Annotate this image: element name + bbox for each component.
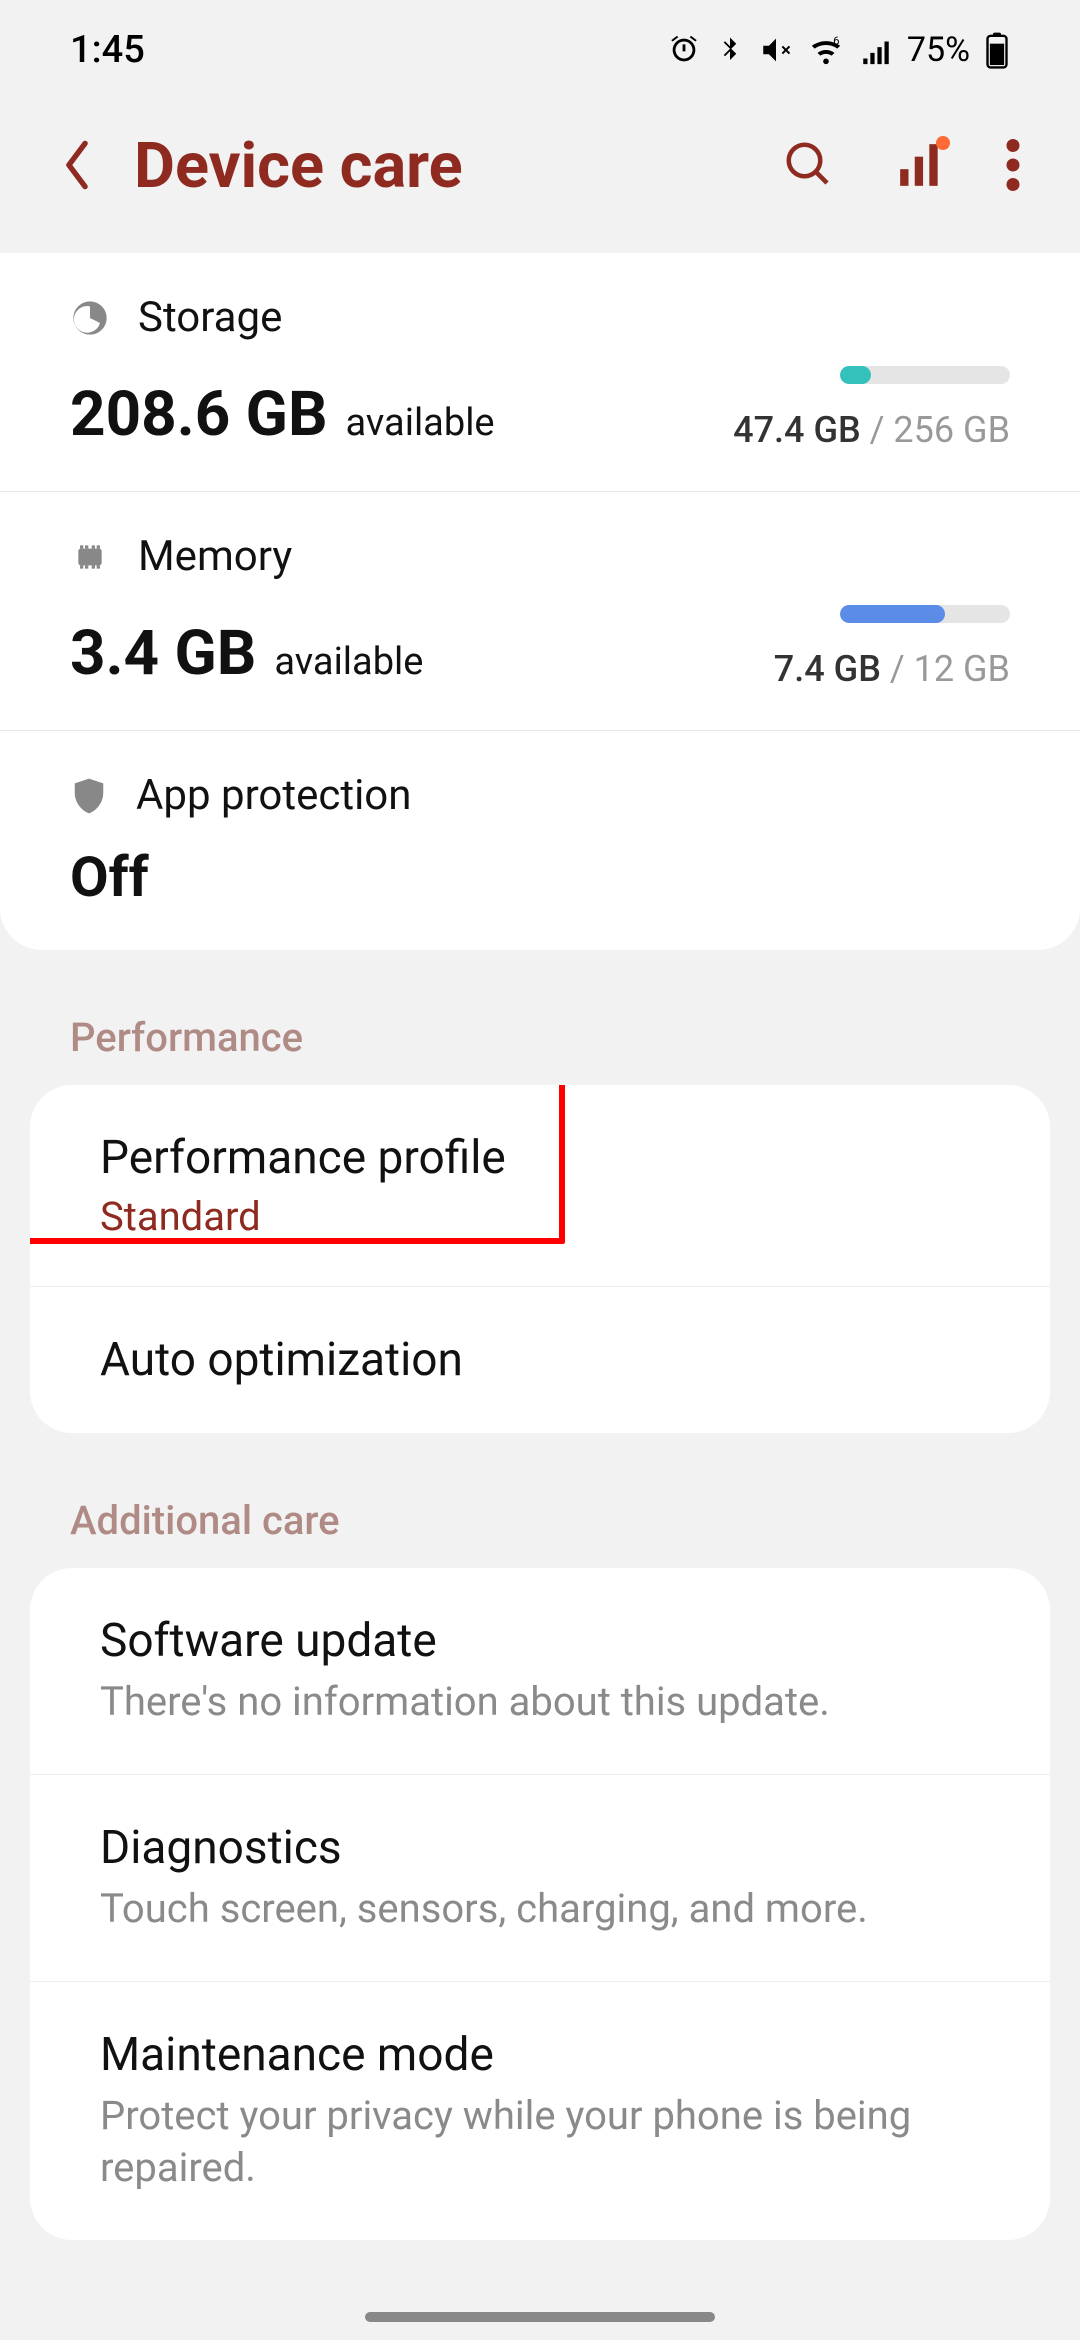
- software-update-item[interactable]: Software update There's no information a…: [30, 1568, 1050, 1775]
- memory-progress-fill: [840, 605, 945, 623]
- svg-text:6: 6: [833, 33, 839, 47]
- app-header: Device care: [0, 100, 1080, 253]
- battery-percent: 75%: [907, 30, 970, 70]
- signal-chart-button[interactable]: [896, 140, 946, 194]
- mute-icon: [759, 33, 793, 67]
- storage-progress: [840, 366, 1010, 384]
- memory-usage: 7.4 GB / 12 GB: [774, 648, 1010, 690]
- storage-usage: 47.4 GB / 256 GB: [733, 409, 1010, 451]
- memory-row[interactable]: Memory 3.4 GB available 7.4 GB / 12 GB: [0, 492, 1080, 731]
- storage-label: Storage: [138, 293, 282, 342]
- search-icon: [782, 138, 836, 192]
- software-update-title: Software update: [100, 1614, 980, 1668]
- diagnostics-title: Diagnostics: [100, 1821, 980, 1875]
- memory-suffix: available: [274, 640, 423, 684]
- app-protection-status: Off: [70, 844, 1010, 910]
- app-protection-row[interactable]: App protection Off: [0, 731, 1080, 950]
- memory-value: 3.4 GB: [70, 617, 256, 690]
- storage-row[interactable]: Storage 208.6 GB available 47.4 GB / 256…: [0, 253, 1080, 492]
- additional-care-card: Software update There's no information a…: [30, 1568, 1050, 2240]
- status-icons: 6 75%: [667, 30, 1010, 70]
- section-header-additional-care: Additional care: [0, 1473, 1080, 1568]
- maintenance-mode-title: Maintenance mode: [100, 2028, 980, 2082]
- search-button[interactable]: [782, 138, 836, 196]
- alarm-icon: [667, 33, 701, 67]
- battery-icon: [984, 31, 1010, 69]
- memory-icon: [70, 537, 110, 577]
- performance-card: Performance profile Standard Auto optimi…: [30, 1085, 1050, 1433]
- storage-value: 208.6 GB: [70, 378, 328, 451]
- auto-optimization-title: Auto optimization: [100, 1333, 980, 1387]
- diagnostics-desc: Touch screen, sensors, charging, and mor…: [100, 1883, 980, 1935]
- back-button[interactable]: [60, 138, 94, 196]
- auto-optimization-item[interactable]: Auto optimization: [30, 1287, 1050, 1433]
- software-update-desc: There's no information about this update…: [100, 1676, 980, 1728]
- more-vert-icon: [1006, 139, 1020, 191]
- shield-icon: [70, 775, 108, 817]
- memory-label: Memory: [138, 532, 292, 581]
- app-protection-label: App protection: [136, 771, 411, 820]
- maintenance-mode-desc: Protect your privacy while your phone is…: [100, 2090, 980, 2194]
- status-time: 1:45: [70, 28, 145, 72]
- gesture-bar[interactable]: [365, 2312, 715, 2322]
- device-status-card: Storage 208.6 GB available 47.4 GB / 256…: [0, 253, 1080, 950]
- more-options-button[interactable]: [1006, 139, 1020, 195]
- notification-dot-icon: [936, 136, 950, 150]
- bluetooth-icon: [715, 33, 745, 67]
- page-title: Device care: [134, 130, 782, 203]
- storage-icon: [70, 298, 110, 338]
- signal-icon: [859, 33, 893, 67]
- wifi-icon: 6: [807, 33, 845, 67]
- status-bar: 1:45 6 75%: [0, 0, 1080, 100]
- memory-progress: [840, 605, 1010, 623]
- maintenance-mode-item[interactable]: Maintenance mode Protect your privacy wh…: [30, 1982, 1050, 2240]
- diagnostics-item[interactable]: Diagnostics Touch screen, sensors, charg…: [30, 1775, 1050, 1982]
- highlight-annotation: [30, 1085, 565, 1244]
- storage-suffix: available: [346, 401, 495, 445]
- storage-progress-fill: [840, 366, 871, 384]
- section-header-performance: Performance: [0, 990, 1080, 1085]
